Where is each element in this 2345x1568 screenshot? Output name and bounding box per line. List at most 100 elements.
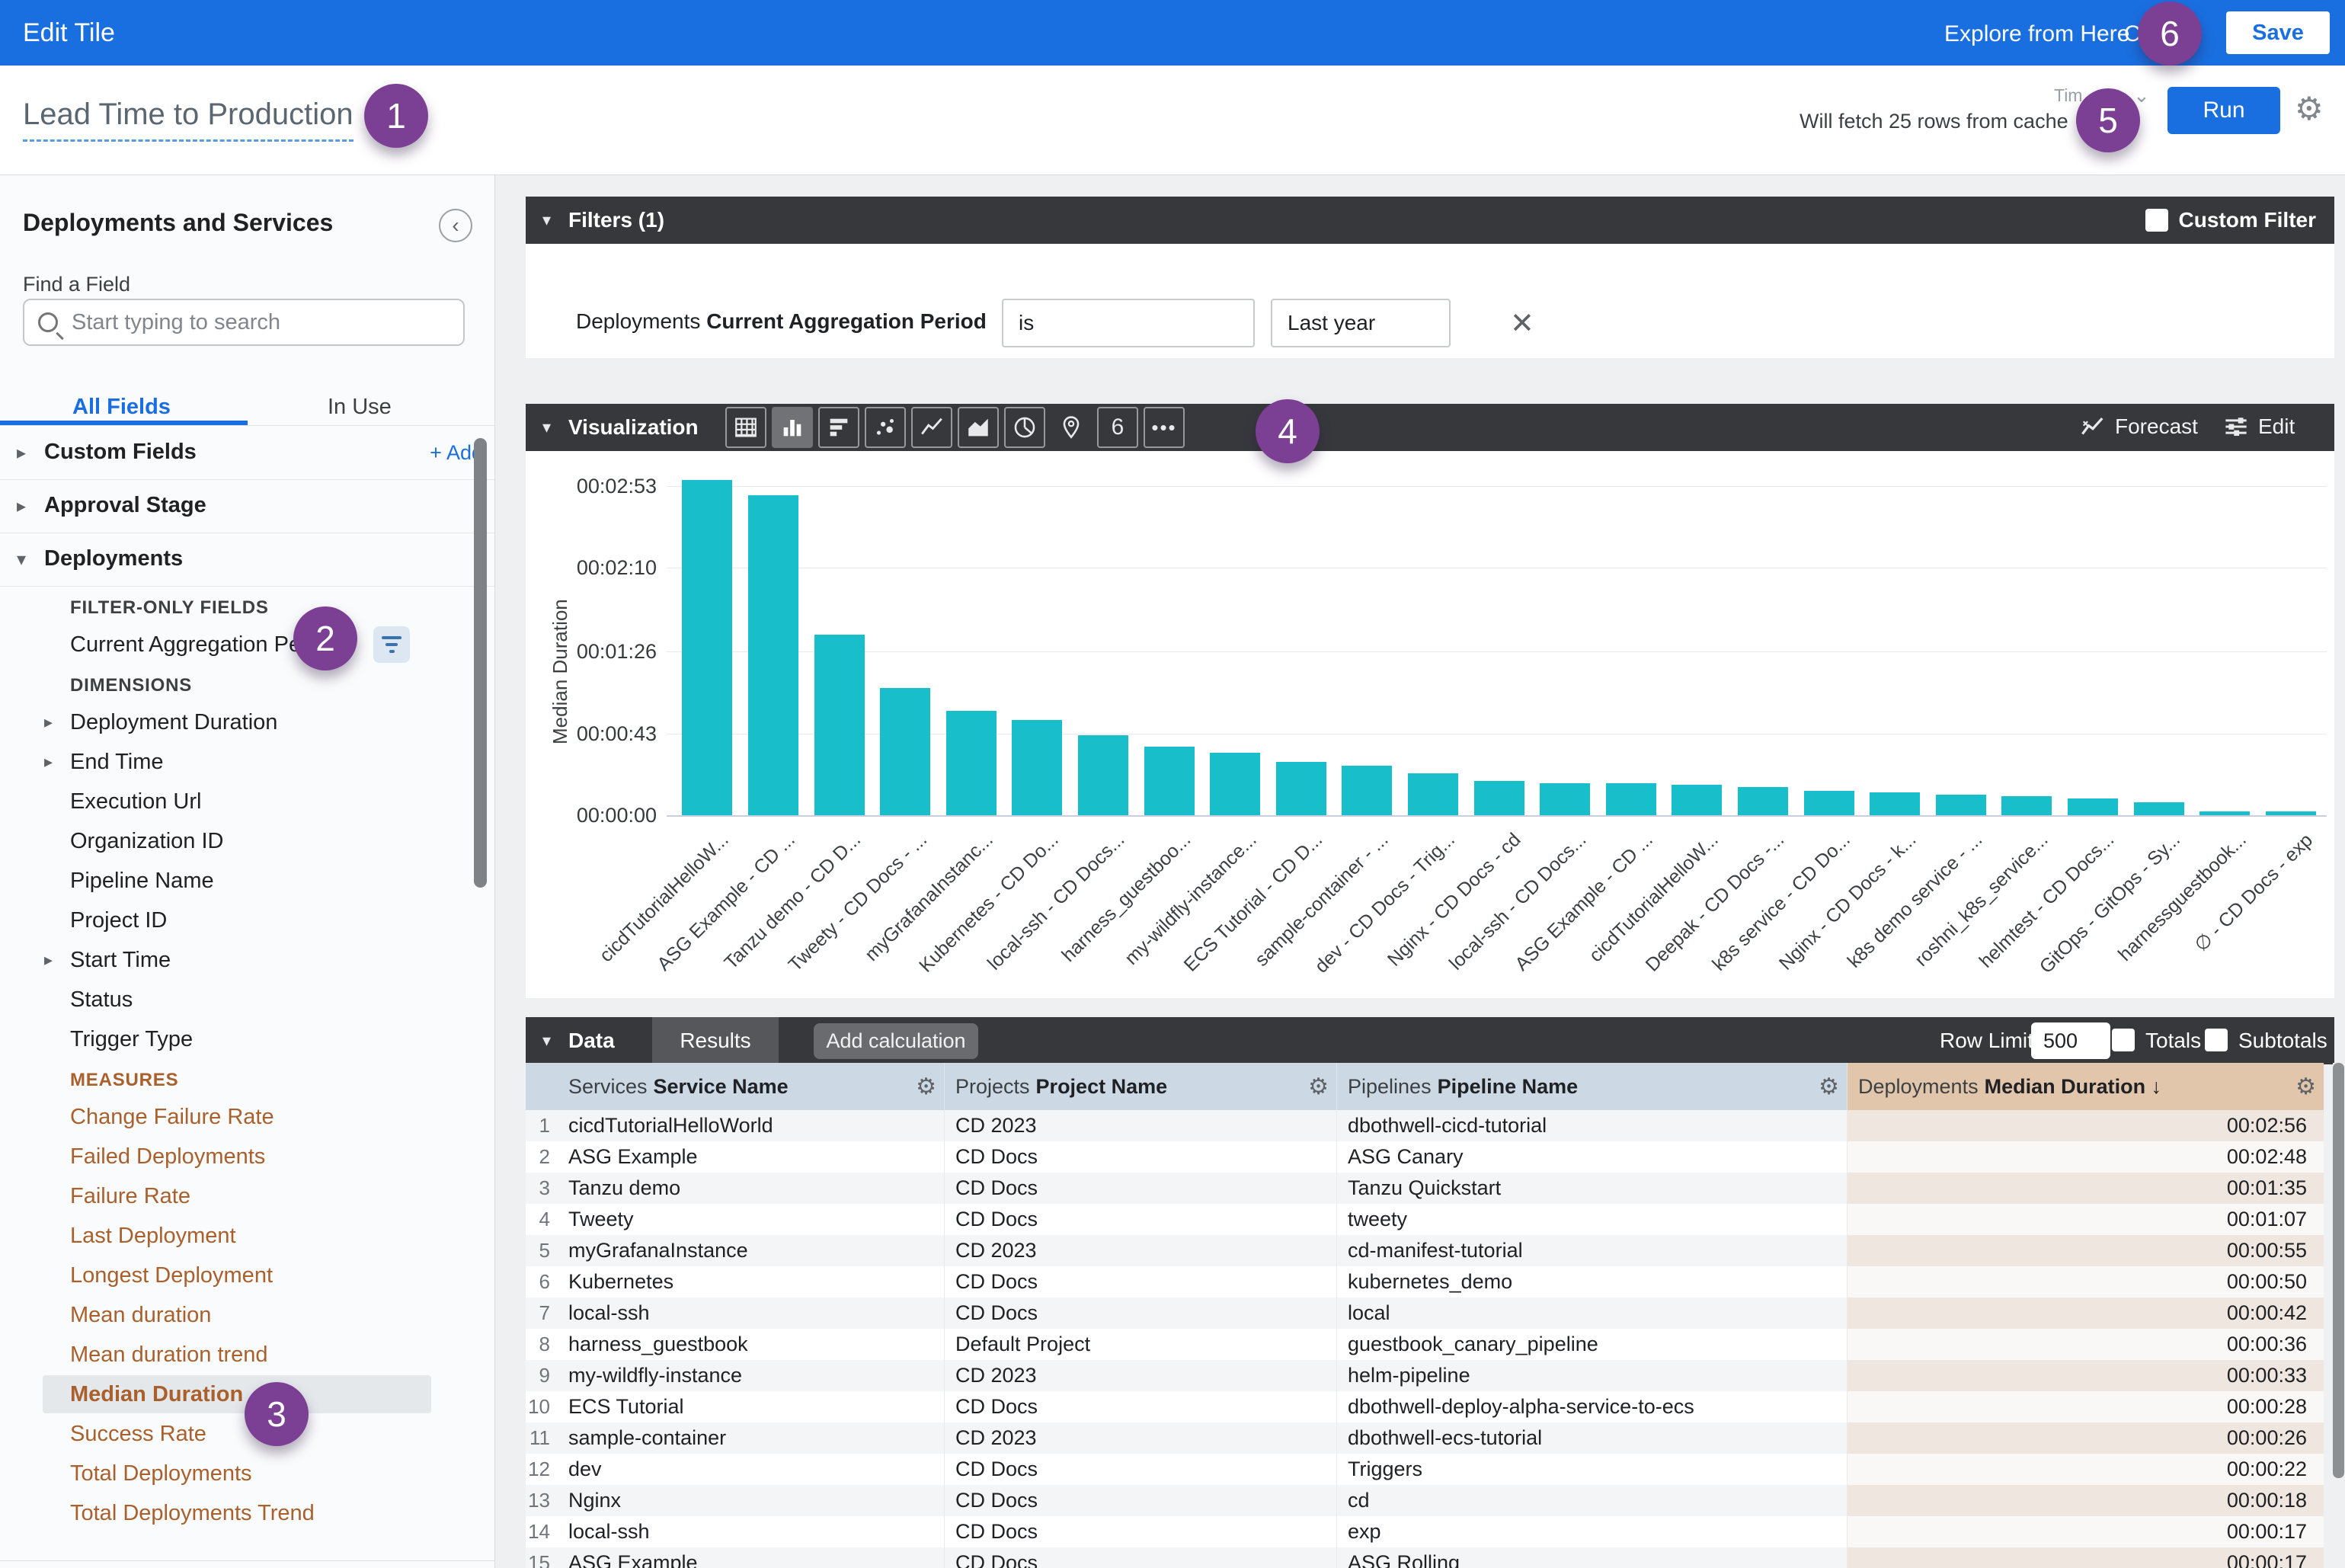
field-item-last-deployment[interactable]: Last Deployment bbox=[0, 1216, 495, 1256]
single-value-chart-icon[interactable]: 6 bbox=[1097, 407, 1138, 448]
row-limit-input[interactable] bbox=[2031, 1022, 2110, 1059]
settings-gear-icon[interactable]: ⚙ bbox=[2295, 90, 2324, 127]
explore-from-here-button[interactable]: Explore from Here bbox=[1944, 21, 2129, 47]
field-item-status[interactable]: Status bbox=[0, 980, 495, 1019]
timezone-dropdown[interactable]: Tim bbox=[2054, 85, 2082, 106]
subtotals-checkbox[interactable] bbox=[2205, 1029, 2228, 1051]
sidebar-group-deployments[interactable]: ▾Deployments2 bbox=[0, 533, 495, 587]
field-item-end-time[interactable]: ▸End Time bbox=[0, 742, 495, 782]
edit-viz-button[interactable]: Edit bbox=[2223, 414, 2295, 439]
field-item-project-id[interactable]: Project ID bbox=[0, 901, 495, 940]
bar-18[interactable] bbox=[1804, 791, 1854, 816]
filter-value-input[interactable]: Last year bbox=[1271, 299, 1451, 347]
field-search-box[interactable] bbox=[23, 299, 465, 346]
bar-12[interactable] bbox=[1408, 773, 1458, 815]
bar-20[interactable] bbox=[1936, 795, 1986, 816]
filters-section-header[interactable]: ▾ Filters (1) Custom Filter bbox=[526, 197, 2334, 244]
column-header-pipeline-name[interactable]: PipelinesPipeline Name⚙ bbox=[1337, 1063, 1848, 1110]
data-section-header[interactable]: ▾ Data Results Add calculation Row Limit… bbox=[526, 1017, 2334, 1064]
bar-15[interactable] bbox=[1606, 783, 1656, 816]
forecast-button[interactable]: Forecast bbox=[2080, 414, 2198, 439]
field-item-current-aggregation-period[interactable]: Current Aggregation Period bbox=[0, 625, 495, 664]
scatter-chart-icon[interactable] bbox=[865, 407, 906, 448]
bar-25[interactable] bbox=[2266, 811, 2316, 815]
tab-in-use[interactable]: In Use bbox=[328, 395, 392, 420]
field-item-deployment-duration[interactable]: ▸Deployment Duration bbox=[0, 702, 495, 742]
bar-21[interactable] bbox=[2001, 796, 2052, 815]
bar-9[interactable] bbox=[1210, 753, 1260, 816]
bar-2[interactable] bbox=[748, 495, 798, 815]
bar-23[interactable] bbox=[2134, 802, 2184, 816]
column-header-project-name[interactable]: ProjectsProject Name⚙ bbox=[945, 1063, 1337, 1110]
field-item-execution-url[interactable]: Execution Url bbox=[0, 782, 495, 821]
bar-5[interactable] bbox=[946, 711, 997, 816]
column-chart-icon[interactable] bbox=[772, 407, 813, 448]
field-item-change-failure-rate[interactable]: Change Failure Rate bbox=[0, 1097, 495, 1137]
bar-16[interactable] bbox=[1672, 785, 1722, 815]
totals-checkbox[interactable] bbox=[2112, 1029, 2135, 1051]
bar-8[interactable] bbox=[1144, 747, 1195, 815]
filter-by-field-button[interactable] bbox=[373, 626, 410, 663]
more-chart-icon[interactable]: ••• bbox=[1144, 407, 1185, 448]
field-item-mean-duration[interactable]: Mean duration bbox=[0, 1295, 495, 1335]
bar-14[interactable] bbox=[1540, 783, 1590, 816]
column-header-median-duration[interactable]: DeploymentsMedian Duration ↓⚙ bbox=[1848, 1063, 2324, 1110]
column-gear-icon[interactable]: ⚙ bbox=[1308, 1074, 1329, 1100]
bar-11[interactable] bbox=[1342, 766, 1392, 815]
sidebar-scrollbar[interactable] bbox=[474, 438, 487, 888]
table-chart-icon[interactable] bbox=[725, 407, 766, 448]
cell-project-name: CD Docs bbox=[945, 1485, 1337, 1516]
field-item-start-time[interactable]: ▸Start Time bbox=[0, 940, 495, 980]
line-chart-icon[interactable] bbox=[911, 407, 952, 448]
y-tick-label: 00:00:00 bbox=[535, 804, 657, 827]
column-gear-icon[interactable]: ⚙ bbox=[916, 1074, 936, 1100]
field-item-total-deployments[interactable]: Total Deployments bbox=[0, 1454, 495, 1493]
bar-22[interactable] bbox=[2068, 798, 2118, 816]
table-row: 6KubernetesCD Docskubernetes_demo00:00:5… bbox=[526, 1266, 2324, 1298]
bar-13[interactable] bbox=[1474, 781, 1524, 815]
field-item-trigger-type[interactable]: Trigger Type bbox=[0, 1019, 495, 1059]
table-scrollbar[interactable] bbox=[2333, 1063, 2344, 1568]
search-input[interactable] bbox=[70, 309, 449, 336]
column-gear-icon[interactable]: ⚙ bbox=[1819, 1074, 1839, 1100]
filter-operator-select[interactable]: is bbox=[1002, 299, 1255, 347]
sidebar-group-custom-fields[interactable]: ▸Custom Fields+ Add bbox=[0, 427, 495, 480]
remove-filter-icon[interactable]: ✕ bbox=[1510, 306, 1534, 341]
bar-17[interactable] bbox=[1738, 787, 1788, 816]
field-item-mean-duration-trend[interactable]: Mean duration trend bbox=[0, 1335, 495, 1374]
visualization-section-header[interactable]: ▾ Visualization 6••• Forecast Edit bbox=[526, 404, 2334, 451]
cell-project-name: CD 2023 bbox=[945, 1360, 1337, 1391]
bar-10[interactable] bbox=[1276, 762, 1326, 815]
field-item-pipeline-name[interactable]: Pipeline Name bbox=[0, 861, 495, 901]
bar-6[interactable] bbox=[1012, 720, 1062, 815]
cell-service-name: Tanzu demo bbox=[558, 1173, 945, 1204]
bar-chart-icon[interactable] bbox=[818, 407, 859, 448]
results-tab[interactable]: Results bbox=[652, 1017, 779, 1064]
bar-24[interactable] bbox=[2199, 811, 2250, 815]
column-gear-icon[interactable]: ⚙ bbox=[2295, 1074, 2316, 1100]
column-header-service-name[interactable]: ServicesService Name⚙ bbox=[558, 1063, 945, 1110]
bar-7[interactable] bbox=[1078, 735, 1128, 815]
custom-filter-checkbox[interactable] bbox=[2145, 209, 2168, 232]
field-item-failed-deployments[interactable]: Failed Deployments bbox=[0, 1137, 495, 1176]
field-item-failure-rate[interactable]: Failure Rate bbox=[0, 1176, 495, 1216]
bar-3[interactable] bbox=[814, 635, 865, 816]
sidebar-group-approval-stage[interactable]: ▸Approval Stage bbox=[0, 480, 495, 533]
map-chart-icon[interactable] bbox=[1051, 407, 1092, 448]
cell-pipeline-name: guestbook_canary_pipeline bbox=[1337, 1329, 1848, 1360]
save-button[interactable]: Save bbox=[2226, 11, 2330, 54]
field-item-organization-id[interactable]: Organization ID bbox=[0, 821, 495, 861]
field-item-total-deployments-trend[interactable]: Total Deployments Trend bbox=[0, 1493, 495, 1533]
tile-title-editable[interactable]: Lead Time to Production bbox=[23, 98, 354, 142]
cell-project-name: CD Docs bbox=[945, 1141, 1337, 1173]
run-button[interactable]: Run bbox=[2167, 87, 2280, 134]
field-item-longest-deployment[interactable]: Longest Deployment bbox=[0, 1256, 495, 1295]
bar-4[interactable] bbox=[880, 688, 930, 816]
add-calculation-button[interactable]: Add calculation bbox=[814, 1023, 978, 1059]
pie-chart-icon[interactable] bbox=[1004, 407, 1045, 448]
bar-19[interactable] bbox=[1870, 792, 1920, 815]
bar-1[interactable] bbox=[682, 480, 732, 815]
collapse-sidebar-button[interactable]: ‹ bbox=[439, 209, 472, 242]
tab-all-fields[interactable]: All Fields bbox=[72, 395, 171, 420]
area-chart-icon[interactable] bbox=[958, 407, 999, 448]
